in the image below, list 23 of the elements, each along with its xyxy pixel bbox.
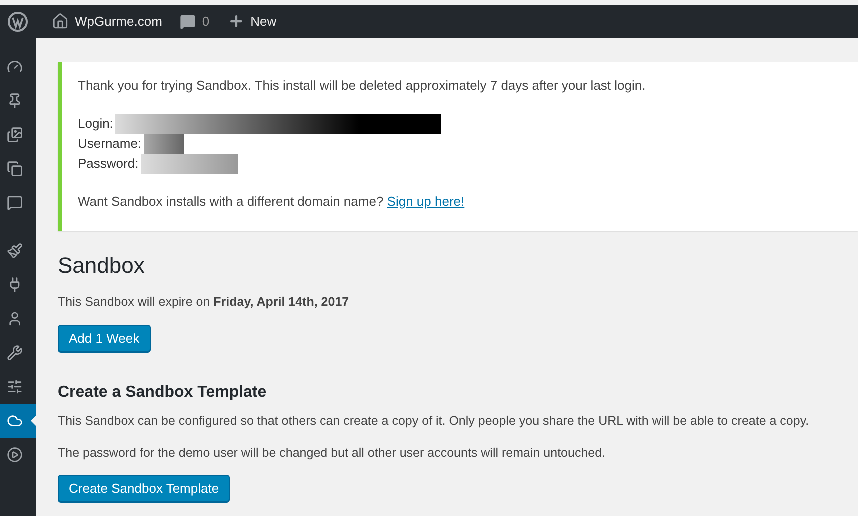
new-link[interactable]: New [228,13,277,30]
home-icon [52,13,69,30]
section-heading: Create a Sandbox Template [58,384,268,402]
credential-label: Login: [78,116,114,131]
site-link[interactable]: WpGurme.com [52,13,162,30]
plus-icon [228,13,245,30]
expire-text: This Sandbox will expire on Friday, April 14th, 2017 [58,294,350,311]
signup-text: Want Sandbox installs with a different domain name? [78,194,385,208]
page-title: Sandbox [58,253,146,279]
credential-label: Password: [78,156,139,171]
signup-link[interactable]: Sign up here! [387,194,465,208]
settings-icon [7,379,23,395]
add-week-button[interactable]: Add 1 Week [58,324,151,352]
description-text: This Sandbox can be configured so that others can create a copy of it. Only people you share the URL with will be able to create a copy. [58,412,810,430]
comments-icon [7,195,23,211]
credential-label: Username: [78,136,142,151]
notice-message: Thank you for trying Sandbox. This install will be deleted approximately 7 days after your last login. [78,77,647,95]
comments-link[interactable]: 0 [180,14,210,30]
description-text: The password for the demo user will be changed but all other user accounts will remain untouched. [58,444,607,462]
create-template-button[interactable]: Create Sandbox Template [58,475,230,502]
comment-icon [180,14,196,30]
wordpress-logo-icon[interactable] [8,12,28,32]
sidebar-item[interactable] [0,404,36,438]
